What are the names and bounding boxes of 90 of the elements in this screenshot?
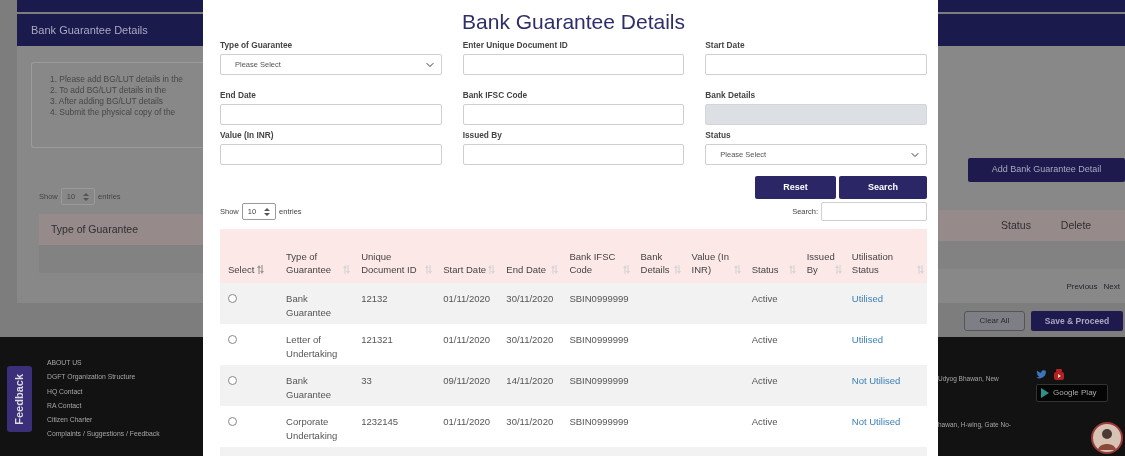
modal-title: Bank Guarantee Details (461, 9, 686, 35)
section-title: Bank Guarantee Details (31, 22, 148, 38)
field-label: Value (In INR) (220, 130, 275, 141)
field-label: Enter Unique Document ID (462, 40, 569, 51)
bird-icon (1036, 369, 1046, 379)
video-play-icon (1054, 369, 1064, 380)
sort-icon (488, 265, 496, 274)
column-header[interactable]: Value (In INR) (683, 229, 744, 283)
column-header: Status (1000, 217, 1032, 233)
field-label: Start Date (705, 40, 746, 51)
table-cell: Bank Guarantee (278, 365, 354, 406)
sort-icon (257, 265, 265, 274)
table-cell: SBIN0999999 (561, 406, 633, 447)
input-field[interactable] (462, 54, 685, 75)
table-cell: 12132 (353, 283, 436, 324)
sort-icon (343, 265, 351, 274)
field-label: Bank Details (705, 90, 757, 101)
search-button[interactable]: Search (839, 176, 927, 199)
column-header[interactable]: Type of Guarantee (278, 229, 354, 283)
updown-icon (83, 192, 90, 201)
table-cell: Active (743, 406, 799, 447)
column-header[interactable]: Status (743, 229, 799, 283)
radio-button[interactable] (228, 294, 237, 303)
column-header[interactable]: Select (220, 229, 279, 283)
input-field[interactable] (462, 104, 685, 125)
column-header[interactable]: Bank Details (632, 229, 684, 283)
utilisation-link[interactable]: Not Utilised (851, 416, 901, 427)
sort-icon (425, 265, 433, 274)
sort-icon (733, 265, 741, 274)
table-cell: SBIN0999999 (561, 324, 633, 365)
table-cell: 14/11/2020 (498, 365, 562, 406)
column-header[interactable]: Issued By (798, 229, 844, 283)
table-cell: Active (743, 324, 799, 365)
sort-icon (673, 265, 681, 274)
utilisation-link[interactable]: Utilised (851, 334, 883, 345)
radio-button[interactable] (228, 417, 237, 426)
column-header[interactable]: End Date (498, 229, 562, 283)
avatar-icon (1091, 422, 1123, 454)
column-header[interactable]: Bank IFSC Code (561, 229, 633, 283)
reset-button[interactable]: Reset (755, 176, 836, 199)
search-field[interactable] (821, 202, 927, 221)
play-triangle-icon (1041, 388, 1049, 398)
table-cell: Bank Guarantee (278, 283, 354, 324)
input-field[interactable] (462, 144, 685, 165)
save-button[interactable]: Save & Proceed (1031, 311, 1123, 331)
store-badge[interactable]: Google Play (1036, 384, 1108, 402)
field-label: Status (705, 130, 732, 141)
sort-icon (622, 265, 630, 274)
field-label: Type of Guarantee (220, 40, 294, 51)
table-cell: Corporate Undertaking (278, 406, 354, 447)
previous-link[interactable]: Previous (1066, 281, 1098, 293)
table-cell: SBIN0999999 (561, 283, 633, 324)
table-cell: 01/11/2020 (435, 406, 499, 447)
table-cell: Active (743, 365, 799, 406)
sort-icon (917, 265, 924, 274)
table-cell: SBIN0999999 (561, 365, 633, 406)
radio-button[interactable] (228, 376, 237, 385)
input-field[interactable] (220, 104, 442, 125)
field-label: Issued By (462, 130, 503, 141)
next-link[interactable]: Next (1103, 281, 1120, 293)
column-header[interactable]: Unique Document ID (353, 229, 436, 283)
field-label: Bank IFSC Code (462, 90, 529, 101)
table-cell: 1232145 (353, 406, 436, 447)
radio-button[interactable] (228, 335, 237, 344)
table-cell: 01/11/2020 (435, 283, 499, 324)
table-cell: 30/11/2020 (498, 324, 562, 365)
column-header: Delete (1059, 217, 1093, 233)
input-field[interactable] (220, 144, 442, 165)
input-field[interactable] (705, 54, 927, 75)
sort-icon (551, 265, 559, 274)
table-cell: 01/11/2020 (435, 324, 499, 365)
utilisation-link[interactable]: Not Utilised (851, 375, 901, 386)
table-cell: 09/11/2020 (435, 365, 499, 406)
add-button[interactable]: Add Bank Guarantee Detail (968, 158, 1125, 182)
column-header: Type of Guarantee (51, 221, 138, 237)
sort-icon (788, 265, 796, 274)
feedback-tab[interactable]: Feedback (7, 366, 32, 432)
updown-icon (264, 207, 271, 216)
table-cell: 121321 (353, 324, 436, 365)
field-label: End Date (220, 90, 257, 101)
column-header[interactable]: Start Date (435, 229, 499, 283)
table-cell: 30/11/2020 (498, 283, 562, 324)
sort-icon (834, 265, 842, 274)
utilisation-link[interactable]: Utilised (851, 293, 883, 304)
clear-all-button[interactable]: Clear All (964, 311, 1025, 331)
table-cell: Letter of Undertaking (278, 324, 354, 365)
column-header[interactable]: Utilisation Status (843, 229, 927, 283)
table-cell: Active (743, 283, 799, 324)
table-cell: 30/11/2020 (498, 406, 562, 447)
table-cell: 33 (353, 365, 436, 406)
